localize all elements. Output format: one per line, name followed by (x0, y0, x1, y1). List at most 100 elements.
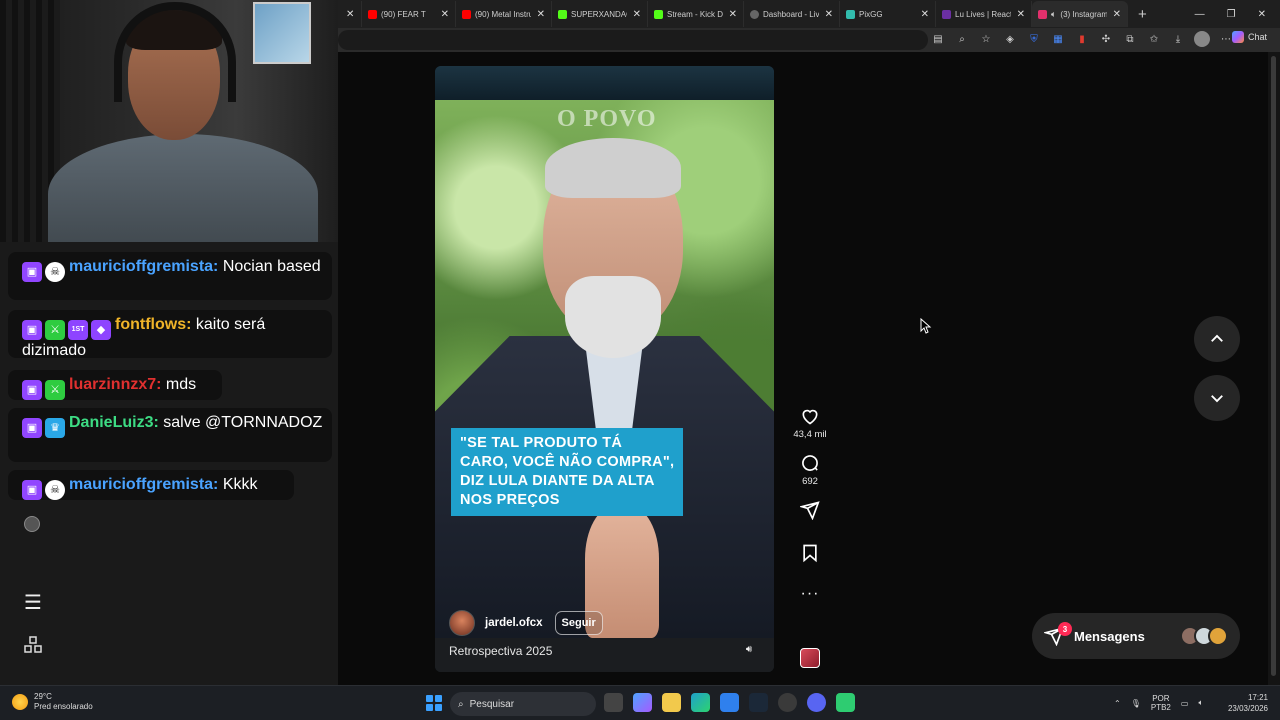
restore-icon[interactable]: ❐ (1227, 9, 1236, 20)
hamburger-menu-icon[interactable]: ☰ (24, 590, 42, 615)
heart-icon[interactable] (800, 406, 820, 426)
shield-icon[interactable]: ⛨ (1026, 31, 1042, 47)
browser-tab[interactable]: (90) FEAR T ✕ (362, 1, 456, 27)
browser-tab[interactable]: PixGG ✕ (840, 1, 936, 27)
split-screen-icon[interactable]: ⧉ (1122, 31, 1138, 47)
twitch-badge-icon: ▣ (22, 320, 42, 340)
monitor-icon[interactable]: ▭ (1181, 699, 1189, 708)
tab-title: Dashboard - Liv (763, 9, 819, 19)
reel-caption[interactable]: Retrospectiva 2025 (449, 644, 552, 658)
chat-username: mauricioffgremista: (69, 258, 219, 275)
app-icon[interactable] (836, 693, 855, 712)
browser-tab-active[interactable]: 🔈︎ (3) Instagram ✕ (1032, 1, 1128, 27)
browser-tab[interactable]: Stream - Kick Da ✕ (648, 1, 744, 27)
file-explorer-icon[interactable] (662, 693, 681, 712)
speaker-icon[interactable]: 🔈︎ (1051, 9, 1056, 20)
close-icon[interactable]: ✕ (537, 9, 545, 20)
close-icon[interactable]: ✕ (633, 9, 641, 20)
browser-tab[interactable]: Lu Lives | React ✕ (936, 1, 1032, 27)
mouse-cursor-icon (920, 318, 932, 334)
search-icon: ⌕ (458, 698, 464, 710)
audio-thumbnail[interactable] (800, 648, 820, 668)
tab-title: (90) Metal Instru (475, 9, 531, 19)
next-reel-button[interactable] (1194, 375, 1240, 421)
like-count: 43,4 mil (793, 429, 827, 440)
windows-start-icon[interactable] (426, 695, 442, 711)
previous-reel-button[interactable] (1194, 316, 1240, 362)
favorites-icon[interactable]: ✩ (1146, 31, 1162, 47)
browser-tab[interactable]: ✕ (338, 1, 362, 27)
chat-username: DanieLuiz3: (69, 414, 159, 431)
microphone-icon[interactable]: 🎙︎ (1131, 699, 1141, 708)
browser-tab[interactable]: SUPERXANDAO ✕ (552, 1, 648, 27)
close-icon[interactable]: ✕ (1113, 9, 1121, 20)
skull-badge-icon: ☠ (45, 480, 65, 500)
chat-avatar[interactable] (24, 516, 40, 532)
volume-icon[interactable]: 🔈︎ (1198, 698, 1203, 708)
favorite-star-icon[interactable]: ☆ (978, 31, 994, 47)
author-avatar[interactable] (449, 610, 475, 636)
copilot-app-icon[interactable] (633, 693, 652, 712)
apps-grid-icon[interactable] (24, 636, 42, 654)
profile-avatar[interactable] (1194, 31, 1210, 47)
taskbar-search[interactable]: ⌕ Pesquisar (450, 692, 596, 716)
tab-title: (90) FEAR T (381, 9, 426, 19)
chevron-up-icon[interactable]: ⌃ (1114, 699, 1121, 708)
comment-action[interactable]: 692 (800, 453, 820, 487)
bookmark-icon[interactable] (800, 543, 820, 563)
like-action[interactable]: 43,4 mil (793, 406, 827, 440)
taskbar-clock[interactable]: 17:21 23/03/2026 (1222, 692, 1268, 714)
app-icon[interactable] (778, 693, 797, 712)
save-action[interactable] (800, 543, 820, 563)
send-icon[interactable] (800, 500, 820, 520)
quote-line: CARO, VOCÊ NÃO COMPRA", (460, 454, 675, 470)
close-icon[interactable]: ✕ (921, 9, 929, 20)
weather-temp: 29°C (34, 692, 52, 701)
language-indicator[interactable]: POR PTB2 (1151, 694, 1171, 712)
author-username[interactable]: jardel.ofcx (485, 617, 543, 629)
kick-icon (558, 9, 567, 19)
close-icon[interactable]: ✕ (825, 9, 833, 20)
extension-icon[interactable]: ◈ (1002, 31, 1018, 47)
download-icon[interactable]: ⤓ (1170, 31, 1186, 47)
puzzle-icon[interactable]: ✣ (1098, 31, 1114, 47)
reel-video-player[interactable]: O POVO "SE TAL PRODUTO TÁ CARO, VOCÊ NÃO… (435, 66, 774, 672)
weather-widget[interactable]: 29°C Pred ensolarado (12, 692, 93, 712)
follow-button[interactable]: Seguir (554, 611, 603, 635)
share-action[interactable] (800, 500, 820, 520)
store-icon[interactable] (720, 693, 739, 712)
close-icon[interactable]: ✕ (729, 9, 737, 20)
discord-icon[interactable] (807, 693, 826, 712)
browser-tab[interactable]: (90) Metal Instru ✕ (456, 1, 552, 27)
chevron-down-icon (1211, 395, 1223, 403)
weather-desc: Pred ensolarado (34, 702, 93, 711)
headphones (114, 2, 236, 102)
copilot-chat-button[interactable]: Chat (1232, 31, 1267, 43)
chat-button-label: Chat (1248, 32, 1268, 42)
minimize-icon[interactable]: — (1195, 9, 1205, 20)
edge-icon[interactable] (691, 693, 710, 712)
pdf-icon[interactable]: ▮ (1074, 31, 1090, 47)
chat-username: fontflows: (115, 316, 192, 333)
tab-title: (3) Instagram (1060, 9, 1107, 19)
close-icon[interactable]: ✕ (346, 9, 354, 20)
messages-button[interactable]: 3 Mensagens (1032, 613, 1240, 659)
comment-icon[interactable] (800, 453, 820, 473)
chat-message: ▣ ⚔ 1ST ◆ fontflows: kaito será dizimado (8, 310, 332, 359)
browser-tab[interactable]: Dashboard - Liv ✕ (744, 1, 840, 27)
volume-icon[interactable]: 🔊︎ (740, 640, 758, 658)
taskbar-apps (604, 693, 855, 712)
sword-badge-icon: ⚔ (45, 320, 65, 340)
address-bar[interactable] (338, 30, 928, 50)
scrollbar-thumb[interactable] (1271, 56, 1276, 676)
new-tab-icon[interactable]: + (1138, 6, 1147, 23)
steam-icon[interactable] (749, 693, 768, 712)
translate-icon[interactable]: ▦ (1050, 31, 1066, 47)
close-window-icon[interactable]: ✕ (1258, 9, 1266, 20)
task-view-icon[interactable] (604, 693, 623, 712)
close-icon[interactable]: ✕ (1017, 9, 1025, 20)
reader-icon[interactable]: ▤ (930, 31, 946, 47)
more-options-icon[interactable]: ··· (801, 585, 820, 603)
close-icon[interactable]: ✕ (441, 9, 449, 20)
zoom-icon[interactable]: ⌕ (954, 31, 970, 47)
